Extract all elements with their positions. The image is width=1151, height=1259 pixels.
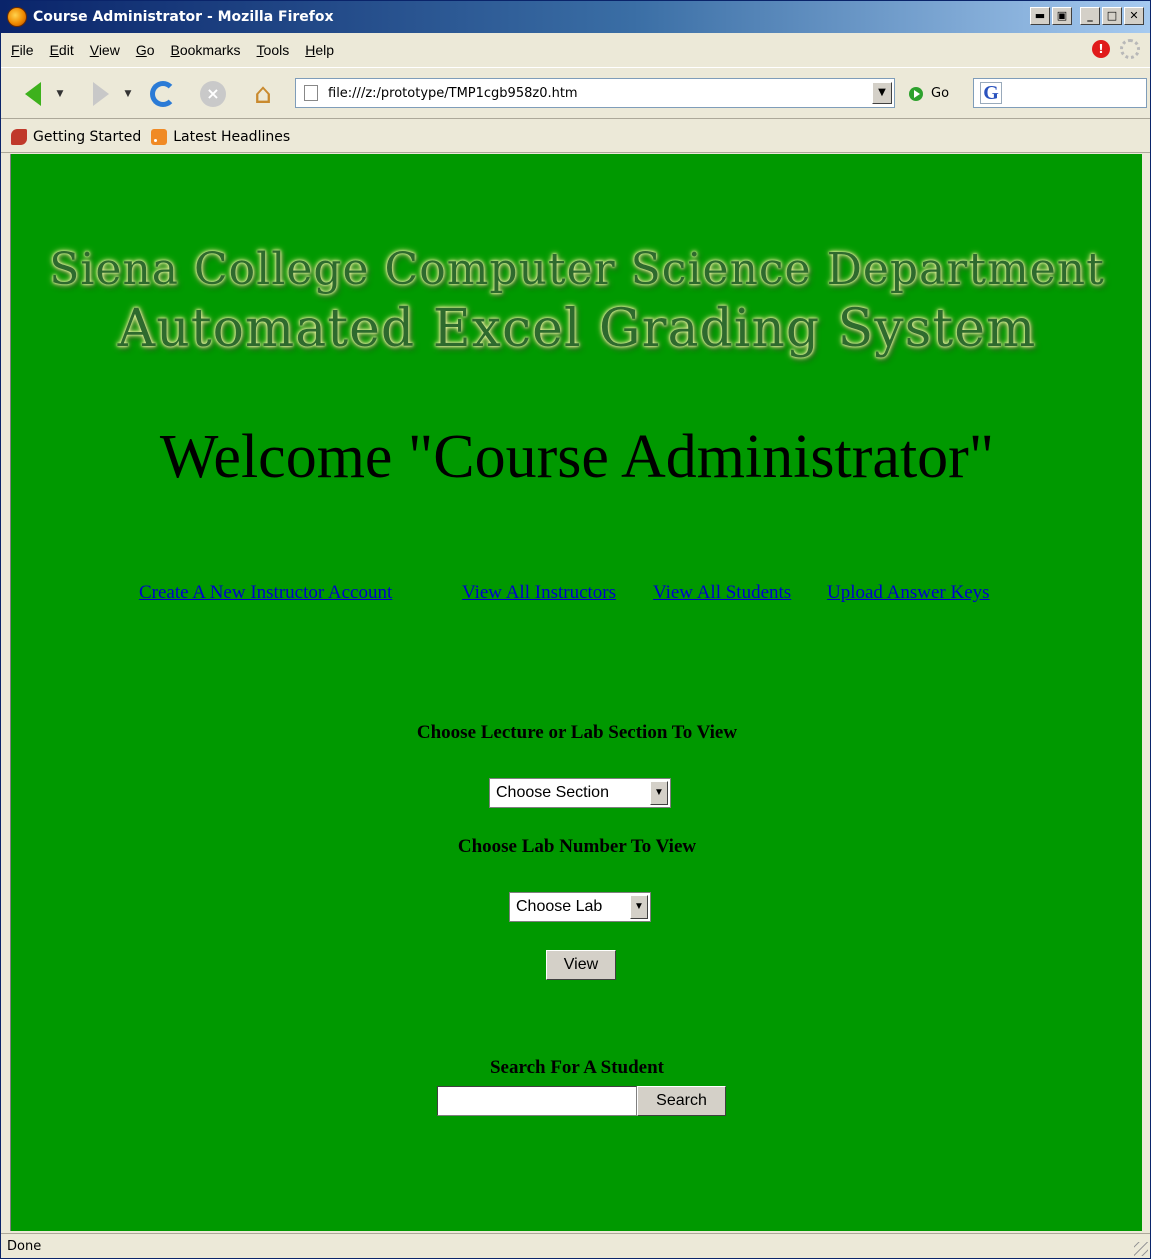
menu-tools[interactable]: Tools — [257, 42, 290, 58]
back-history-dropdown[interactable]: ▼ — [53, 76, 67, 112]
dropdown-arrow-icon: ▼ — [56, 89, 64, 99]
menu-go[interactable]: Go — [136, 42, 155, 58]
title-bar: Course Administrator - Mozilla Firefox ▬… — [1, 1, 1150, 33]
address-url: file:///z:/prototype/TMP1cgb958z0.htm — [328, 85, 578, 101]
close-button[interactable]: ✕ — [1124, 7, 1144, 25]
reload-button[interactable] — [145, 76, 181, 112]
forward-history-dropdown[interactable]: ▼ — [121, 76, 135, 112]
google-icon[interactable]: G — [980, 82, 1002, 104]
address-bar[interactable]: file:///z:/prototype/TMP1cgb958z0.htm ▼ — [295, 78, 895, 108]
section-label: Choose Lecture or Lab Section To View — [416, 722, 738, 743]
back-arrow-icon — [25, 82, 41, 106]
page-content: Siena College Computer Science Departmen… — [10, 154, 1142, 1231]
restore-extra-icon[interactable]: ▬ — [1030, 7, 1050, 25]
upload-answer-keys-link[interactable]: Upload Answer Keys — [827, 582, 990, 604]
rss-feed-icon — [151, 128, 168, 145]
tile-icon[interactable]: ▣ — [1052, 7, 1072, 25]
home-button[interactable]: ⌂ — [245, 76, 281, 112]
back-button[interactable] — [15, 76, 51, 112]
stop-icon: × — [200, 81, 226, 107]
banner-department: Siena College Computer Science Departmen… — [49, 244, 1105, 295]
dropdown-arrow-icon: ▼ — [124, 89, 132, 99]
header-banner: Siena College Computer Science Departmen… — [11, 244, 1143, 359]
menu-view[interactable]: View — [90, 42, 120, 58]
stop-button[interactable]: × — [195, 76, 231, 112]
navigation-toolbar: ▼ ▼ × ⌂ file:///z:/prototype/TMP1cgb958z… — [1, 67, 1150, 119]
go-button[interactable]: Go — [909, 86, 949, 101]
address-dropdown-button[interactable]: ▼ — [872, 82, 892, 104]
menu-bar: File Edit View Go Bookmarks Tools Help — [1, 35, 1150, 65]
reload-icon — [150, 81, 176, 107]
status-bar: Done — [1, 1233, 1150, 1258]
go-label: Go — [931, 86, 950, 101]
page-icon — [304, 85, 318, 101]
firefox-bookmark-icon — [11, 128, 27, 145]
view-instructors-link[interactable]: View All Instructors — [462, 582, 616, 604]
forward-button[interactable] — [83, 76, 119, 112]
view-students-link[interactable]: View All Students — [653, 582, 791, 604]
menu-edit[interactable]: Edit — [50, 42, 74, 58]
search-label: Search For A Student — [489, 1057, 664, 1078]
chevron-down-icon: ▼ — [650, 781, 668, 805]
go-icon — [909, 86, 923, 101]
menu-file[interactable]: File — [11, 42, 34, 58]
status-text: Done — [7, 1239, 42, 1254]
throbber-icon — [1120, 39, 1140, 59]
search-box[interactable]: G — [973, 78, 1147, 108]
welcome-heading: Welcome "Course Administrator" — [159, 423, 995, 491]
firefox-icon — [7, 7, 27, 27]
student-search-input[interactable] — [437, 1086, 637, 1116]
browser-window: Course Administrator - Mozilla Firefox ▬… — [0, 0, 1151, 1259]
banner-system: Automated Excel Grading System — [117, 299, 1037, 359]
bookmarks-toolbar: Getting Started Latest Headlines — [1, 121, 1150, 153]
home-icon: ⌂ — [254, 77, 272, 110]
minimize-button[interactable]: _ — [1080, 7, 1100, 25]
window-controls: ▬ ▣ _ □ ✕ — [1030, 7, 1144, 25]
menu-bookmarks[interactable]: Bookmarks — [171, 42, 241, 58]
create-instructor-link[interactable]: Create A New Instructor Account — [139, 582, 392, 604]
forward-arrow-icon — [93, 82, 109, 106]
menu-help[interactable]: Help — [305, 42, 334, 58]
window-title: Course Administrator - Mozilla Firefox — [33, 9, 334, 25]
update-alert-icon[interactable]: ! — [1092, 40, 1110, 58]
chevron-down-icon: ▼ — [630, 895, 648, 919]
bookmark-getting-started[interactable]: Getting Started — [11, 128, 141, 145]
maximize-button[interactable]: □ — [1102, 7, 1122, 25]
lab-label: Choose Lab Number To View — [457, 836, 697, 857]
bookmark-latest-headlines[interactable]: Latest Headlines — [151, 128, 290, 145]
section-select[interactable]: Choose Section ▼ — [489, 778, 671, 808]
search-button[interactable]: Search — [637, 1086, 726, 1116]
lab-select[interactable]: Choose Lab ▼ — [509, 892, 651, 922]
resize-grip-icon[interactable] — [1134, 1242, 1148, 1256]
view-button[interactable]: View — [546, 950, 616, 980]
